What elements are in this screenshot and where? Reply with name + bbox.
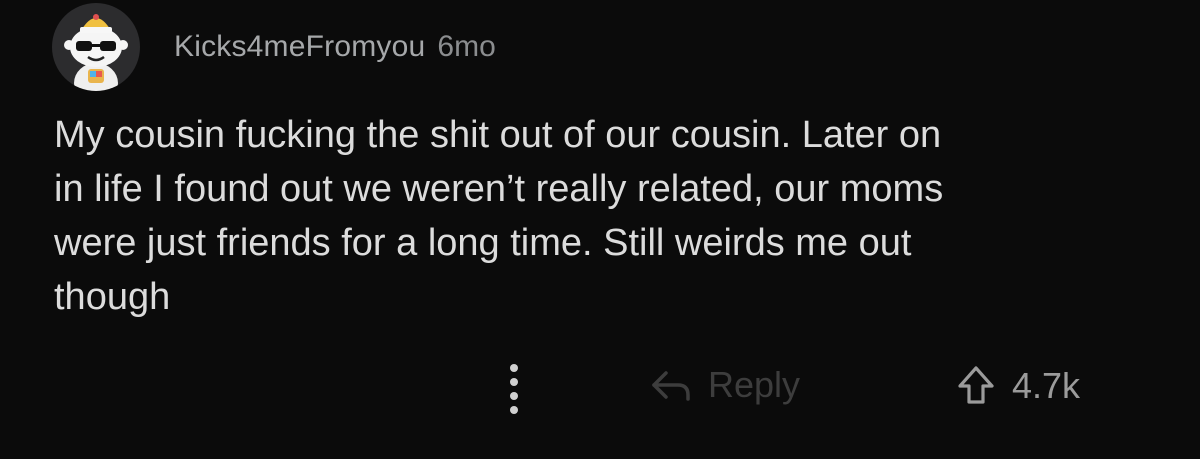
comment-header: Kicks4meFromyou 6mo — [52, 3, 496, 91]
comment-age: 6mo — [437, 30, 496, 63]
reply-label: Reply — [708, 364, 801, 405]
snoo-avatar-icon — [64, 14, 128, 91]
comment-card: Kicks4meFromyou 6mo My cousin fucking th… — [0, 0, 1200, 459]
comment-author[interactable]: Kicks4meFromyou — [174, 30, 425, 64]
vertical-dots-icon — [510, 364, 518, 372]
upvote-arrow-icon[interactable] — [956, 364, 996, 408]
comment-body: My cousin fucking the shit out of our co… — [54, 114, 944, 318]
vertical-dots-icon — [510, 392, 518, 400]
comment-actions: Reply 4.7k — [0, 358, 1200, 418]
vertical-dots-icon — [510, 406, 518, 414]
reply-button[interactable]: Reply — [650, 364, 800, 406]
vote-score: 4.7k — [1012, 365, 1081, 406]
upvote-group: 4.7k — [956, 364, 1080, 408]
reply-arrow-icon — [652, 371, 690, 401]
vertical-dots-icon — [510, 378, 518, 386]
more-options-button[interactable] — [496, 360, 532, 418]
user-avatar[interactable] — [52, 3, 140, 91]
